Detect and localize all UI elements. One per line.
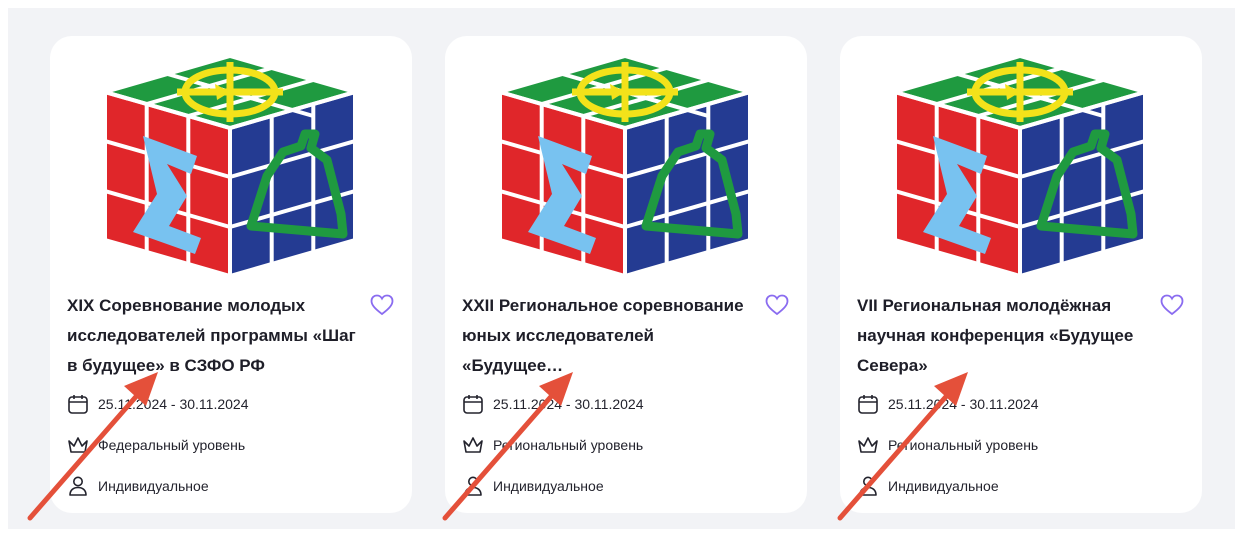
rubik-cube-logo (500, 53, 750, 276)
event-kind: Индивидуальное (462, 475, 604, 497)
event-level-text: Федеральный уровень (98, 437, 246, 453)
event-level-text: Региональный уровень (493, 437, 644, 453)
rubik-cube-logo (895, 53, 1145, 276)
event-level: Региональный уровень (462, 434, 643, 456)
event-kind-text: Индивидуальное (493, 478, 604, 494)
heart-icon (370, 294, 394, 316)
person-icon (464, 476, 482, 496)
events-panel: XIX Соревнование молодых исследователей … (8, 8, 1235, 529)
calendar-icon (858, 395, 878, 414)
event-title[interactable]: XIX Соревнование молодых исследователей … (67, 291, 357, 381)
event-level: Федеральный уровень (67, 434, 245, 456)
heart-icon (765, 294, 789, 316)
event-date-text: 25.11.2024 - 30.11.2024 (98, 396, 249, 412)
event-title[interactable]: XXII Региональное соревнование юных иссл… (462, 291, 752, 381)
person-icon (859, 476, 877, 496)
event-level-text: Региональный уровень (888, 437, 1039, 453)
event-date: 25.11.2024 - 30.11.2024 (857, 393, 1039, 415)
favorite-button[interactable] (1160, 294, 1184, 316)
heart-icon (1160, 294, 1184, 316)
event-kind-text: Индивидуальное (98, 478, 209, 494)
event-date-text: 25.11.2024 - 30.11.2024 (493, 396, 644, 412)
favorite-button[interactable] (765, 294, 789, 316)
crown-icon (68, 437, 88, 453)
crown-icon (463, 437, 483, 453)
event-title[interactable]: VII Региональная молодёжная научная конф… (857, 291, 1147, 381)
event-card[interactable]: VII Региональная молодёжная научная конф… (840, 36, 1202, 513)
crown-icon (858, 437, 878, 453)
calendar-icon (463, 395, 483, 414)
event-level: Региональный уровень (857, 434, 1038, 456)
event-date: 25.11.2024 - 30.11.2024 (462, 393, 644, 415)
rubik-cube-logo (105, 53, 355, 276)
event-kind-text: Индивидуальное (888, 478, 999, 494)
event-date: 25.11.2024 - 30.11.2024 (67, 393, 249, 415)
calendar-icon (68, 395, 88, 414)
favorite-button[interactable] (370, 294, 394, 316)
event-date-text: 25.11.2024 - 30.11.2024 (888, 396, 1039, 412)
event-card[interactable]: XXII Региональное соревнование юных иссл… (445, 36, 807, 513)
event-kind: Индивидуальное (857, 475, 999, 497)
event-card[interactable]: XIX Соревнование молодых исследователей … (50, 36, 412, 513)
event-kind: Индивидуальное (67, 475, 209, 497)
person-icon (69, 476, 87, 496)
